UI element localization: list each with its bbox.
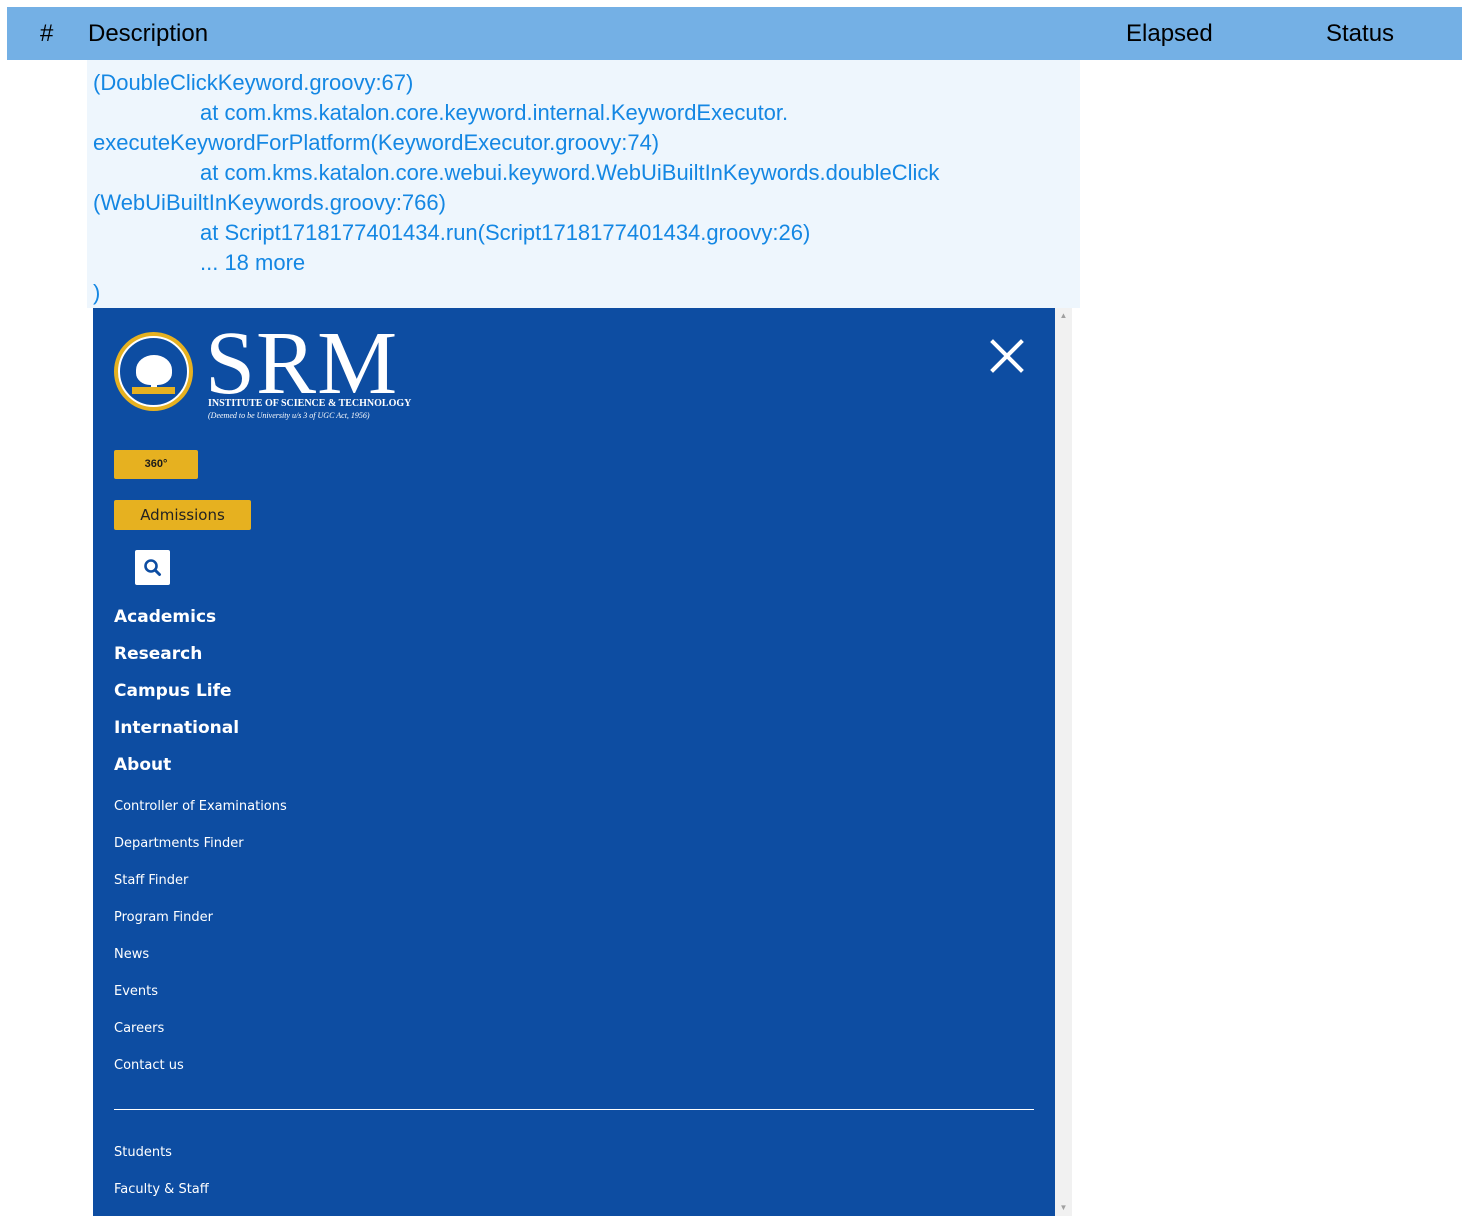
menu-divider [114, 1109, 1034, 1110]
seal-ribbon [132, 387, 175, 395]
link-students[interactable]: Students [114, 1144, 172, 1162]
scroll-down-arrow-icon[interactable]: ▼ [1055, 1200, 1072, 1216]
log-line: at com.kms.katalon.core.keyword.internal… [200, 100, 789, 125]
col-elapsed-header: Elapsed [1126, 20, 1213, 47]
link-staff-finder[interactable]: Staff Finder [114, 872, 188, 890]
screenshot-frame: SRM INSTITUTE OF SCIENCE & TECHNOLOGY (D… [93, 308, 1055, 1216]
log-line: at Script1718177401434.run(Script1718177… [200, 220, 811, 245]
admissions-label: Admissions [140, 506, 225, 524]
col-number-header: # [40, 20, 54, 47]
admissions-button[interactable]: Admissions [114, 500, 251, 530]
link-news[interactable]: News [114, 946, 149, 964]
university-seal-logo [114, 332, 193, 411]
nav-about[interactable]: About [114, 754, 171, 776]
seal-emblem [118, 336, 189, 407]
virtual-tour-button[interactable]: 360° [114, 450, 198, 479]
nav-campus-life[interactable]: Campus Life [114, 680, 232, 702]
logo-subtagline: (Deemed to be University u/s 3 of UGC Ac… [208, 411, 370, 420]
log-line: ... 18 more [200, 250, 306, 275]
logo-wordmark: SRM [205, 314, 399, 413]
logo-tagline: INSTITUTE OF SCIENCE & TECHNOLOGY [208, 398, 412, 409]
link-controller-of-examinations[interactable]: Controller of Examinations [114, 798, 287, 816]
link-faculty-staff[interactable]: Faculty & Staff [114, 1181, 209, 1199]
search-button[interactable] [135, 550, 170, 585]
nav-academics[interactable]: Academics [114, 606, 216, 628]
search-icon [144, 559, 161, 576]
link-contact-us[interactable]: Contact us [114, 1057, 184, 1075]
report-table-header: # Description Elapsed Status [7, 7, 1462, 60]
scroll-up-arrow-icon[interactable]: ▲ [1055, 308, 1072, 324]
log-line: ) [93, 280, 101, 305]
close-icon [990, 339, 1024, 373]
log-line: executeKeywordForPlatform(KeywordExecuto… [93, 130, 660, 155]
link-careers[interactable]: Careers [114, 1020, 164, 1038]
link-departments-finder[interactable]: Departments Finder [114, 835, 244, 853]
link-program-finder[interactable]: Program Finder [114, 909, 213, 927]
log-line: at com.kms.katalon.core.webui.keyword.We… [200, 160, 940, 185]
close-menu-button[interactable] [989, 338, 1025, 374]
log-line: (DoubleClickKeyword.groovy:67) [93, 70, 414, 95]
virtual-tour-label: 360° [144, 458, 168, 470]
frame-scrollbar[interactable]: ▲ ▼ [1055, 308, 1072, 1216]
nav-international[interactable]: International [114, 717, 239, 739]
nav-research[interactable]: Research [114, 643, 202, 665]
log-line: (WebUiBuiltInKeywords.groovy:766) [93, 190, 446, 215]
link-events[interactable]: Events [114, 983, 158, 1001]
col-description-header: Description [88, 20, 209, 47]
col-status-header: Status [1326, 20, 1395, 47]
